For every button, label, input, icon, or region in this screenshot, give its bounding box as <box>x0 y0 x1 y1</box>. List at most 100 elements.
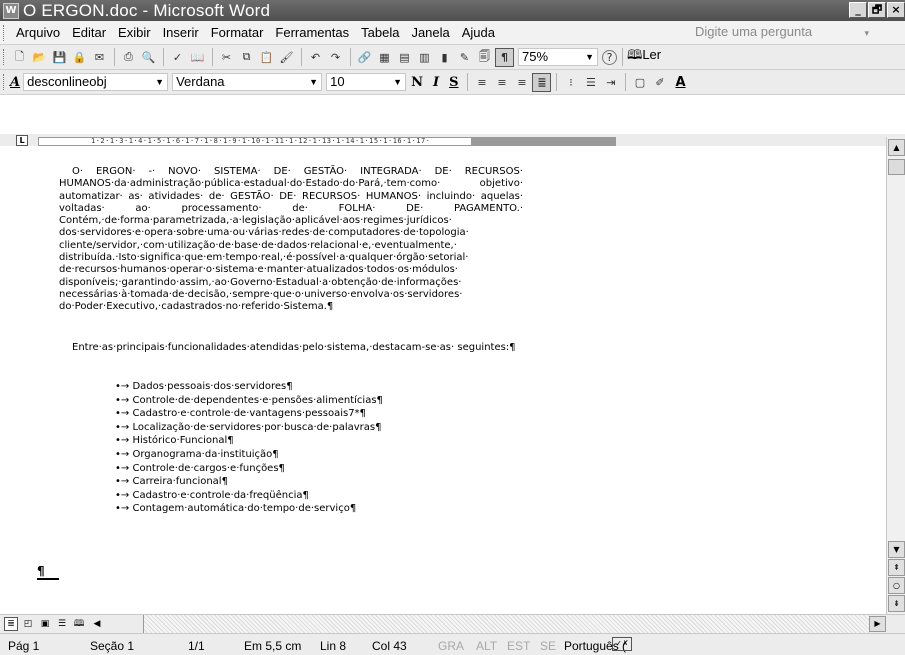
status-record-macro[interactable]: GRA <box>438 639 464 653</box>
bold-button[interactable]: N <box>406 75 428 90</box>
toolbar-grip[interactable] <box>3 74 6 90</box>
menu-formatar[interactable]: Formatar <box>205 25 270 40</box>
list-item[interactable]: •→ Localização·de·servidores·por·busca·d… <box>115 421 383 435</box>
menu-janela[interactable]: Janela <box>405 25 455 40</box>
word-app-icon[interactable]: W <box>3 2 19 19</box>
document-page[interactable]: O· ERGON· -· NOVO· SISTEMA· DE· GESTÃO· … <box>0 146 886 586</box>
insert-excel-icon[interactable]: ▥ <box>415 48 434 67</box>
list-item[interactable]: •→ Carreira·funcional¶ <box>115 475 383 489</box>
numbering-icon[interactable]: ⁝ <box>561 73 580 92</box>
chevron-down-icon[interactable]: ▼ <box>155 74 164 90</box>
insert-table-icon[interactable]: ▤ <box>395 48 414 67</box>
print-preview-icon[interactable]: 🔍 <box>139 48 158 67</box>
list-item[interactable]: •→ Cadastro·e·controle·da·freqüência¶ <box>115 489 383 503</box>
previous-page-icon[interactable]: ⇞ <box>888 559 905 576</box>
spelling-icon[interactable]: ✓ <box>168 48 187 67</box>
document-map-icon[interactable]: 🗐 <box>475 48 494 67</box>
read-button[interactable]: 🕮Ler <box>627 46 661 68</box>
drawing-icon[interactable]: ✎ <box>455 48 474 67</box>
normal-view-icon[interactable]: ≣ <box>4 617 18 631</box>
list-item[interactable]: •→ Controle·de·cargos·e·funções¶ <box>115 462 383 476</box>
scroll-right-icon[interactable]: ▶ <box>869 616 886 632</box>
format-painter-icon[interactable]: 🖌 <box>277 48 296 67</box>
font-color-button[interactable]: A <box>670 75 690 90</box>
list-item[interactable]: •→ Organograma·da·instituição¶ <box>115 448 383 462</box>
justify-icon[interactable]: ≣ <box>532 72 552 92</box>
paragraph-functionalities[interactable]: Entre·as·principais·funcionalidades·aten… <box>59 342 523 354</box>
reading-layout-icon[interactable]: 🕮 <box>72 617 86 631</box>
status-overtype[interactable]: SE <box>540 639 556 653</box>
style-select[interactable]: desconlineobj ▼ <box>23 73 169 91</box>
align-right-icon[interactable]: ≡ <box>512 73 531 92</box>
list-item[interactable]: •→ Cadastro·e·controle·de·vantagens·pess… <box>115 407 383 421</box>
outline-view-icon[interactable]: ☰ <box>55 617 69 631</box>
browse-object-icon[interactable]: ○ <box>888 577 905 594</box>
cut-icon[interactable]: ✂ <box>217 48 236 67</box>
styles-icon[interactable]: A <box>10 75 20 90</box>
paste-icon[interactable]: 📋 <box>257 48 276 67</box>
list-item[interactable]: •→ Histórico·Funcional¶ <box>115 434 383 448</box>
menu-editar[interactable]: Editar <box>66 25 112 40</box>
print-icon[interactable]: ⎙ <box>119 48 138 67</box>
permission-icon[interactable]: 🔒 <box>70 48 89 67</box>
highlight-icon[interactable]: ✐ <box>650 73 669 92</box>
list-item[interactable]: •→ Dados·pessoais·dos·servidores¶ <box>115 380 383 394</box>
web-layout-icon[interactable]: ◰ <box>21 617 35 631</box>
align-center-icon[interactable]: ≡ <box>492 73 511 92</box>
menu-ferramentas[interactable]: Ferramentas <box>269 25 355 40</box>
menu-inserir[interactable]: Inserir <box>157 25 205 40</box>
next-page-icon[interactable]: ⇟ <box>888 595 905 612</box>
italic-button[interactable]: I <box>428 75 444 90</box>
print-layout-icon[interactable]: ▣ <box>38 617 52 631</box>
menu-tabela[interactable]: Tabela <box>355 25 405 40</box>
scroll-left-icon[interactable]: ◀ <box>90 617 104 631</box>
menu-arquivo[interactable]: Arquivo <box>10 25 66 40</box>
vertical-scrollbar[interactable]: ▲ ▼ ⇞ ○ ⇟ <box>886 137 905 614</box>
chevron-down-icon[interactable]: ▼ <box>309 74 318 90</box>
copy-icon[interactable]: ⧉ <box>237 48 256 67</box>
menu-grip[interactable] <box>3 24 6 41</box>
font-select[interactable]: Verdana ▼ <box>172 73 323 91</box>
show-hide-icon[interactable]: ¶ <box>495 47 514 67</box>
horizontal-scrollbar[interactable] <box>143 615 869 633</box>
menu-exibir[interactable]: Exibir <box>112 25 157 40</box>
spell-status-icon[interactable]: ✓✗ <box>612 637 632 651</box>
chevron-down-icon[interactable]: ▼ <box>393 74 402 90</box>
toolbar-grip[interactable] <box>3 49 6 65</box>
align-left-icon[interactable]: ≡ <box>472 73 491 92</box>
email-icon[interactable]: ✉ <box>90 48 109 67</box>
underline-button[interactable]: S <box>444 75 463 90</box>
save-icon[interactable]: 💾 <box>50 48 69 67</box>
increase-indent-icon[interactable]: ⇥ <box>601 73 620 92</box>
horizontal-ruler[interactable]: 1·2·1·3·1·4·1·5·1·6·1·7·1·8·1·9·1·10·1·1… <box>38 137 617 146</box>
bullets-icon[interactable]: ☰ <box>581 73 600 92</box>
open-icon[interactable]: 📂 <box>30 48 49 67</box>
minimize-button[interactable]: _ <box>849 2 867 18</box>
font-size-select[interactable]: 10 ▼ <box>326 73 407 91</box>
redo-icon[interactable]: ↷ <box>326 48 345 67</box>
tables-borders-icon[interactable]: ▦ <box>375 48 394 67</box>
scroll-up-icon[interactable]: ▲ <box>888 139 905 156</box>
list-item[interactable]: •→ Contagem·automática·do·tempo·de·servi… <box>115 502 383 516</box>
tab-selector[interactable]: L <box>16 135 28 146</box>
paragraph-intro[interactable]: O· ERGON· -· NOVO· SISTEMA· DE· GESTÃO· … <box>59 166 523 314</box>
close-button[interactable]: × <box>887 2 905 18</box>
research-icon[interactable]: 📖 <box>188 48 207 67</box>
restore-button[interactable]: 🗗 <box>868 2 886 18</box>
chevron-down-icon[interactable]: ▾ <box>864 28 869 39</box>
help-icon[interactable]: ? <box>602 49 617 65</box>
chevron-down-icon[interactable]: ▼ <box>585 49 594 65</box>
status-track-changes[interactable]: ALT <box>476 639 497 653</box>
scroll-down-icon[interactable]: ▼ <box>888 541 905 558</box>
columns-icon[interactable]: ▮ <box>435 48 454 67</box>
list-item[interactable]: •→ Controle·de·dependentes·e·pensões·ali… <box>115 394 383 408</box>
borders-icon[interactable]: ▢ <box>630 73 649 92</box>
zoom-select[interactable]: 75% ▼ <box>518 48 598 66</box>
scroll-thumb[interactable] <box>888 159 905 175</box>
status-extend[interactable]: EST <box>507 639 530 653</box>
hyperlink-icon[interactable]: 🔗 <box>355 48 374 67</box>
undo-icon[interactable]: ↶ <box>306 48 325 67</box>
ask-question-box[interactable]: Digite uma pergunta ▾ <box>695 24 875 42</box>
menu-ajuda[interactable]: Ajuda <box>456 25 501 40</box>
new-icon[interactable]: 🗋 <box>10 48 29 67</box>
